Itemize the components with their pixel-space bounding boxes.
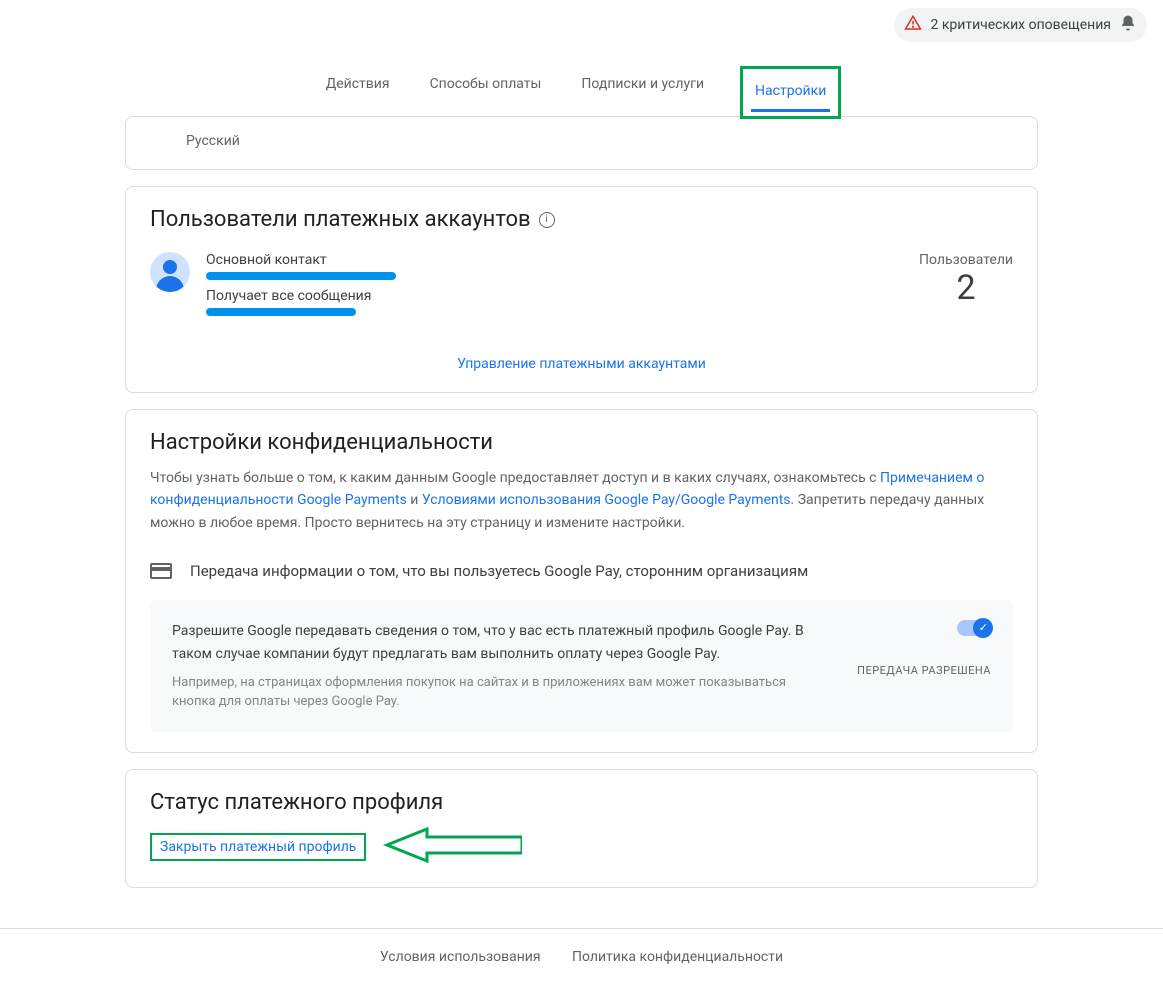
info-icon[interactable]: i bbox=[539, 212, 555, 228]
contact-info: Основной контакт Получает все сообщения bbox=[206, 252, 396, 324]
contact-label: Основной контакт bbox=[206, 252, 396, 268]
check-icon: ✓ bbox=[979, 621, 988, 634]
language-card: Русский bbox=[125, 116, 1038, 170]
status-card: Статус платежного профиля Закрыть платеж… bbox=[125, 769, 1038, 888]
privacy-row-label: Передача информации о том, что вы пользу… bbox=[190, 562, 808, 580]
users-card: Пользователи платежных аккаунтов i Основ… bbox=[125, 186, 1038, 393]
footer-privacy-link[interactable]: Политика конфиденциальности bbox=[572, 949, 783, 965]
privacy-toggle-box: Разрешите Google передавать сведения о т… bbox=[150, 600, 1013, 732]
users-count-label: Пользователи bbox=[919, 252, 1013, 268]
language-value: Русский bbox=[186, 133, 240, 149]
manage-accounts-link[interactable]: Управление платежными аккаунтами bbox=[457, 356, 706, 372]
privacy-box-main: Разрешите Google передавать сведения о т… bbox=[172, 620, 817, 665]
users-count: Пользователи 2 bbox=[919, 252, 1013, 324]
settings-tab-highlight: Настройки bbox=[740, 66, 841, 119]
warning-icon bbox=[904, 14, 922, 36]
arrow-annotation-icon bbox=[382, 827, 522, 867]
bell-icon bbox=[1119, 14, 1137, 36]
tab-settings[interactable]: Настройки bbox=[751, 73, 830, 112]
close-profile-link[interactable]: Закрыть платежный профиль bbox=[160, 839, 356, 855]
users-count-number: 2 bbox=[919, 268, 1013, 309]
users-card-title: Пользователи платежных аккаунтов i bbox=[150, 207, 1013, 232]
tab-payment-methods[interactable]: Способы оплаты bbox=[426, 66, 546, 116]
footer-terms-link[interactable]: Условия использования bbox=[380, 949, 541, 965]
redacted-name bbox=[206, 272, 396, 280]
toggle-status: ПЕРЕДАЧА РАЗРЕШЕНА bbox=[841, 664, 991, 677]
privacy-description: Чтобы узнать больше о том, к каким данны… bbox=[150, 467, 1013, 534]
alert-text: 2 критических оповещения bbox=[930, 17, 1111, 33]
terms-link[interactable]: Условиями использования Google Pay/Googl… bbox=[422, 492, 791, 508]
privacy-box-sub: Например, на страницах оформления покупо… bbox=[172, 673, 817, 712]
redacted-email bbox=[206, 308, 356, 316]
footer: Условия использования Политика конфиденц… bbox=[0, 928, 1163, 985]
close-link-highlight: Закрыть платежный профиль bbox=[150, 833, 366, 861]
critical-alerts-chip[interactable]: 2 критических оповещения bbox=[894, 8, 1147, 42]
sharing-toggle[interactable]: ✓ bbox=[957, 620, 991, 636]
tabs-nav: Действия Способы оплаты Подписки и услуг… bbox=[0, 50, 1163, 116]
status-title: Статус платежного профиля bbox=[150, 790, 1013, 815]
alert-bar: 2 критических оповещения bbox=[0, 0, 1163, 50]
wallet-icon bbox=[150, 563, 172, 579]
privacy-row: Передача информации о том, что вы пользу… bbox=[150, 562, 1013, 580]
avatar bbox=[150, 252, 190, 292]
tab-actions[interactable]: Действия bbox=[322, 66, 394, 116]
privacy-title: Настройки конфиденциальности bbox=[150, 430, 1013, 455]
receives-label: Получает все сообщения bbox=[206, 288, 396, 304]
tab-subscriptions[interactable]: Подписки и услуги bbox=[577, 66, 708, 116]
privacy-card: Настройки конфиденциальности Чтобы узнат… bbox=[125, 409, 1038, 753]
